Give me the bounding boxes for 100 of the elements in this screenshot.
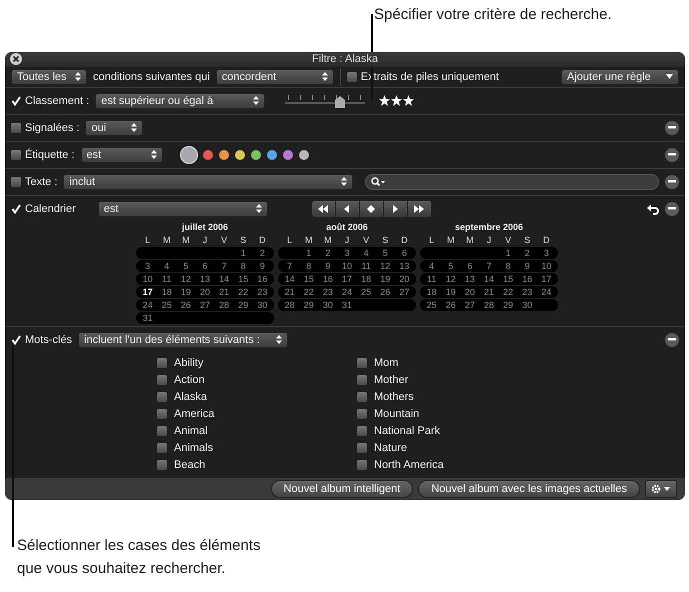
checkbox[interactable] bbox=[157, 358, 167, 368]
popup-menu[interactable]: Toutes les bbox=[11, 68, 87, 85]
action-menu-button[interactable] bbox=[645, 480, 677, 498]
popup-menu[interactable]: est bbox=[98, 200, 268, 217]
color-label-dot[interactable] bbox=[298, 150, 309, 160]
checkbox[interactable] bbox=[357, 426, 367, 436]
calendar-day[interactable]: 21 bbox=[214, 286, 234, 297]
calendar-day[interactable]: 12 bbox=[176, 274, 196, 284]
calendar-day[interactable]: 30 bbox=[518, 300, 537, 310]
color-label-dot[interactable] bbox=[266, 150, 277, 160]
calendar-day[interactable]: 27 bbox=[460, 300, 480, 310]
calendar-day[interactable]: 11 bbox=[422, 274, 442, 284]
calendar-day[interactable]: 23 bbox=[252, 286, 272, 297]
calendar-day[interactable]: 23 bbox=[518, 286, 537, 297]
calendar-day[interactable]: 28 bbox=[479, 300, 499, 310]
calendar-day[interactable]: 18 bbox=[157, 286, 176, 297]
calendar-day[interactable]: 20 bbox=[394, 274, 414, 284]
calendar-day[interactable]: 14 bbox=[479, 274, 499, 284]
checkbox[interactable] bbox=[11, 96, 21, 106]
checkbox[interactable] bbox=[357, 443, 367, 454]
calendar-day[interactable]: 15 bbox=[498, 274, 518, 284]
calendar-day[interactable]: 13 bbox=[460, 274, 480, 284]
calendar-day[interactable]: 3 bbox=[138, 260, 158, 271]
checkbox[interactable] bbox=[11, 176, 21, 187]
calendar-day[interactable]: 17 bbox=[138, 286, 158, 297]
checkbox[interactable] bbox=[357, 358, 367, 368]
popup-menu[interactable]: incluent l'un des éléments suivants : bbox=[78, 332, 288, 348]
calendar-day[interactable]: 29 bbox=[299, 300, 318, 310]
calendar-day[interactable]: 14 bbox=[280, 274, 300, 284]
calendar-day[interactable]: 10 bbox=[337, 260, 357, 271]
calendar-day[interactable]: 31 bbox=[138, 312, 158, 323]
calendar-day[interactable]: 2 bbox=[518, 248, 537, 258]
calendar-nav-button[interactable] bbox=[312, 200, 336, 217]
calendar-day[interactable]: 1 bbox=[234, 248, 253, 258]
slider-thumb[interactable] bbox=[334, 96, 345, 108]
calendar-day[interactable]: 15 bbox=[299, 274, 318, 284]
calendar-day[interactable]: 2 bbox=[252, 248, 272, 258]
calendar-day[interactable]: 5 bbox=[176, 260, 196, 271]
checkbox[interactable] bbox=[157, 375, 167, 386]
calendar-day[interactable]: 8 bbox=[234, 260, 253, 271]
rating-slider[interactable] bbox=[285, 94, 366, 107]
calendar-day[interactable]: 28 bbox=[214, 300, 234, 310]
calendar-day[interactable]: 7 bbox=[479, 260, 499, 271]
calendar-day[interactable]: 19 bbox=[176, 286, 196, 297]
calendar-day[interactable]: 4 bbox=[157, 260, 176, 271]
calendar-day[interactable]: 18 bbox=[422, 286, 442, 297]
remove-rule-button[interactable] bbox=[665, 332, 679, 347]
calendar-day[interactable]: 3 bbox=[337, 248, 357, 258]
calendar-day[interactable]: 19 bbox=[376, 274, 395, 284]
calendar-day[interactable]: 8 bbox=[299, 260, 318, 271]
search-field[interactable] bbox=[365, 174, 659, 190]
calendar-day[interactable]: 4 bbox=[422, 260, 442, 271]
calendar-day[interactable]: 1 bbox=[498, 248, 518, 258]
calendar-day[interactable]: 25 bbox=[157, 300, 176, 310]
checkbox[interactable] bbox=[11, 204, 21, 214]
calendar-day[interactable]: 17 bbox=[536, 274, 556, 284]
calendar-day[interactable]: 12 bbox=[441, 274, 460, 284]
calendar-day[interactable]: 23 bbox=[318, 286, 338, 297]
album-button[interactable]: Nouvel album intelligent bbox=[270, 480, 414, 498]
calendar-day[interactable]: 20 bbox=[195, 286, 215, 297]
calendar-day[interactable]: 6 bbox=[394, 248, 414, 258]
calendar-nav-button[interactable] bbox=[408, 200, 432, 217]
checkbox[interactable] bbox=[346, 72, 357, 82]
close-button[interactable] bbox=[10, 53, 22, 66]
calendar-day[interactable]: 19 bbox=[441, 286, 460, 297]
calendar-day[interactable]: 5 bbox=[441, 260, 460, 271]
calendar-day[interactable]: 1 bbox=[299, 248, 318, 258]
calendar-day[interactable]: 26 bbox=[376, 286, 395, 297]
color-label-dot[interactable] bbox=[250, 150, 261, 160]
calendar-day[interactable]: 30 bbox=[318, 300, 338, 310]
album-button[interactable]: Nouvel album avec les images actuelles bbox=[418, 480, 640, 498]
calendar-day[interactable]: 22 bbox=[234, 286, 253, 297]
popup-menu[interactable]: est bbox=[80, 146, 163, 163]
checkbox[interactable] bbox=[157, 392, 167, 402]
calendar-day[interactable]: 13 bbox=[394, 260, 414, 271]
calendar-day[interactable]: 2 bbox=[318, 248, 338, 258]
calendar-day[interactable]: 14 bbox=[214, 274, 234, 284]
checkbox[interactable] bbox=[157, 460, 167, 470]
calendar-day[interactable]: 27 bbox=[394, 286, 414, 297]
calendar-day[interactable]: 26 bbox=[441, 300, 460, 310]
calendar-day[interactable]: 11 bbox=[356, 260, 376, 271]
calendar-day[interactable]: 30 bbox=[252, 300, 272, 310]
calendar-day[interactable]: 10 bbox=[536, 260, 556, 271]
add-rule-menu[interactable]: Ajouter une règle bbox=[561, 68, 679, 85]
calendar-day[interactable]: 16 bbox=[318, 274, 338, 284]
popup-menu[interactable]: inclut bbox=[63, 174, 354, 190]
popup-menu[interactable]: est supérieur ou égal à bbox=[95, 92, 266, 109]
checkbox[interactable] bbox=[11, 150, 21, 160]
checkbox[interactable] bbox=[357, 409, 367, 420]
color-label-dot[interactable] bbox=[202, 150, 213, 160]
calendar-day[interactable]: 18 bbox=[356, 274, 376, 284]
calendar-day[interactable]: 26 bbox=[176, 300, 196, 310]
calendar-day[interactable]: 12 bbox=[376, 260, 395, 271]
checkbox[interactable] bbox=[11, 122, 21, 133]
calendar-day[interactable]: 24 bbox=[337, 286, 357, 297]
calendar-day[interactable]: 29 bbox=[234, 300, 253, 310]
calendar-day[interactable]: 11 bbox=[157, 274, 176, 284]
remove-rule-button[interactable] bbox=[665, 202, 679, 216]
calendar-day[interactable]: 25 bbox=[422, 300, 442, 310]
calendar-day[interactable]: 9 bbox=[252, 260, 272, 271]
